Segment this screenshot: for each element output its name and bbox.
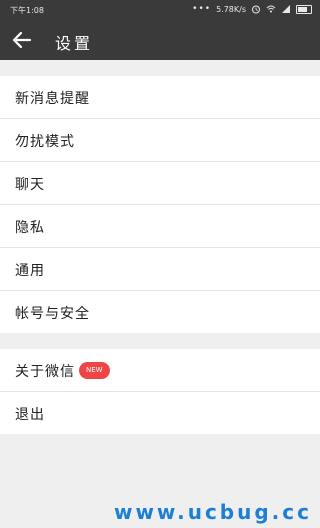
status-right-group: ••• 5.78K/s	[192, 4, 312, 14]
watermark: www.ucbug.cc	[113, 500, 312, 524]
page-title: 设置	[55, 34, 94, 53]
settings-item-label: 关于微信	[15, 364, 75, 380]
settings-item-about[interactable]: 关于微信 NEW	[0, 349, 320, 392]
network-speed: 5.78K/s	[216, 4, 246, 14]
signal-icon	[282, 5, 290, 13]
app-bar: 设置	[0, 20, 320, 60]
settings-item-label: 通用	[15, 263, 45, 279]
settings-item-new-message-alerts[interactable]: 新消息提醒	[0, 76, 320, 119]
settings-item-label: 隐私	[15, 220, 45, 236]
settings-group-main: 新消息提醒 勿扰模式 聊天 隐私 通用 帐号与安全	[0, 76, 320, 333]
wifi-icon	[266, 5, 276, 13]
settings-group-secondary: 关于微信 NEW 退出	[0, 349, 320, 434]
settings-item-label: 退出	[15, 407, 45, 423]
settings-item-privacy[interactable]: 隐私	[0, 205, 320, 248]
settings-item-logout[interactable]: 退出	[0, 392, 320, 434]
battery-icon	[296, 4, 312, 14]
settings-item-general[interactable]: 通用	[0, 248, 320, 291]
alarm-icon	[252, 5, 260, 14]
settings-item-label: 聊天	[15, 177, 45, 193]
settings-item-label: 勿扰模式	[15, 134, 75, 150]
back-arrow-icon[interactable]	[10, 29, 34, 51]
settings-item-account-security[interactable]: 帐号与安全	[0, 291, 320, 333]
settings-item-label: 新消息提醒	[15, 91, 90, 107]
settings-item-label: 帐号与安全	[15, 306, 90, 322]
more-dots-icon: •••	[192, 4, 212, 14]
settings-item-chat[interactable]: 聊天	[0, 162, 320, 205]
new-badge: NEW	[79, 362, 110, 379]
settings-item-do-not-disturb[interactable]: 勿扰模式	[0, 119, 320, 162]
status-time: 下午1:08	[10, 6, 44, 15]
status-bar: 下午1:08 ••• 5.78K/s	[0, 0, 320, 20]
